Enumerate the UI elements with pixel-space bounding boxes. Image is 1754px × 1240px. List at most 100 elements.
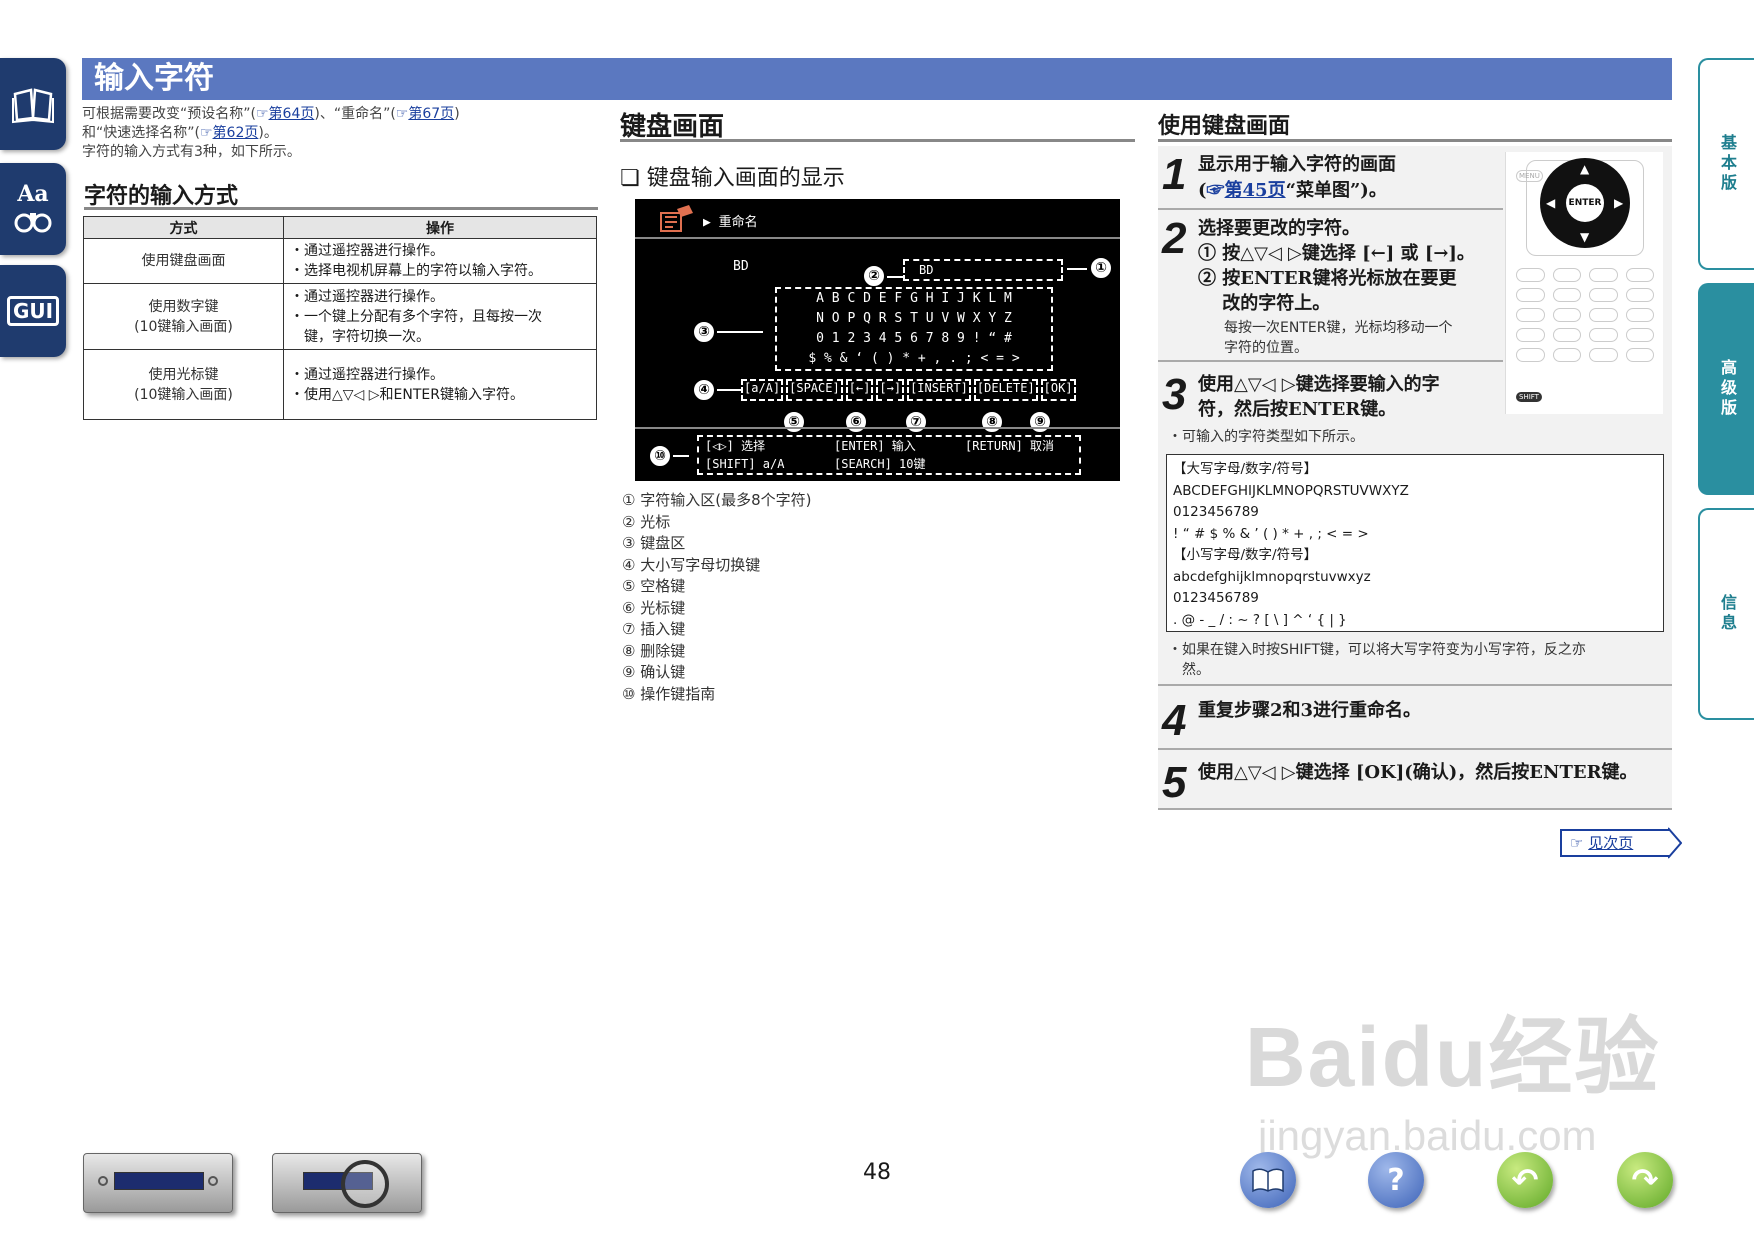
key-row[interactable]: A B C D E F G H I J K L M bbox=[777, 289, 1051, 309]
char-row: . @ - _ / : ~ ? [ \ ] ^ ‘ { | } bbox=[1173, 611, 1347, 628]
op-line: ・选择电视机屏幕上的字符以输入字符。 bbox=[290, 263, 542, 279]
left-tab-contents[interactable] bbox=[0, 58, 66, 150]
knob bbox=[98, 1176, 108, 1186]
intro-text-1b: )、“重命名”( bbox=[314, 106, 396, 122]
back-button[interactable]: ↶ bbox=[1497, 1152, 1553, 1208]
operation-cell: ・通过遥控器进行操作。 ・使用△▽◁ ▷和ENTER键输入字符。 bbox=[283, 349, 597, 420]
left-tab-index[interactable]: Aa bbox=[0, 163, 66, 255]
link-page-64[interactable]: 第64页 bbox=[269, 106, 315, 122]
arrow-line bbox=[673, 455, 689, 457]
up-arrow-icon: ▲ bbox=[1580, 162, 1590, 176]
step-1: 1 显示用于输入字符的画面 (☞第45页“菜单图”)。 bbox=[1158, 146, 1503, 210]
char-row: ABCDEFGHIJKLMNOPQRSTUVWXYZ bbox=[1173, 482, 1409, 499]
rename-icon bbox=[660, 205, 693, 232]
receiver-front-button[interactable] bbox=[83, 1153, 233, 1213]
step-2-sub-b: ② 按ENTER键将光标放在要更 bbox=[1198, 268, 1457, 289]
step-number: 4 bbox=[1162, 696, 1187, 745]
contents-button[interactable] bbox=[1240, 1152, 1296, 1208]
step-2-title: 选择要更改的字符。 bbox=[1198, 218, 1360, 239]
step-1-ref: (☞第45页“菜单图”)。 bbox=[1198, 178, 1387, 203]
guide-select: [◁▷] 选择 bbox=[705, 439, 766, 453]
guide-enter: [ENTER] 输入 bbox=[834, 439, 916, 453]
cursor-left-key[interactable]: [←] bbox=[845, 379, 874, 401]
link-page-62[interactable]: 第62页 bbox=[213, 125, 259, 141]
keyboard-heading: 键盘画面 bbox=[620, 106, 1135, 142]
methods-table: 方式 操作 使用键盘画面 ・通过遥控器进行操作。 ・选择电视机屏幕上的字符以输入… bbox=[83, 216, 597, 420]
screen-title-bar: ▶ 重命名 bbox=[635, 199, 1120, 239]
left-tab-aa-label: Aa bbox=[17, 181, 49, 207]
list-item: ④ 大小写字母切换键 bbox=[622, 555, 761, 574]
step-number: 2 bbox=[1162, 214, 1187, 263]
method-cell: 使用数字键 (10键输入画面) bbox=[83, 283, 284, 350]
list-item: ③ 键盘区 bbox=[622, 534, 686, 552]
callout-3: ③ bbox=[693, 321, 715, 343]
space-key[interactable]: [SPACE] bbox=[786, 379, 843, 401]
next-page-label: 见次页 bbox=[1588, 834, 1634, 852]
op-line: ・通过遥控器进行操作。 bbox=[290, 288, 444, 305]
keyboard-subheading: ❏ 键盘输入画面的显示 bbox=[620, 166, 845, 191]
ok-key[interactable]: [OK] bbox=[1040, 379, 1076, 401]
screen-source: BD bbox=[733, 259, 749, 274]
insert-key[interactable]: [INSERT] bbox=[907, 379, 971, 401]
binoculars-icon bbox=[14, 213, 52, 233]
callout-8: ⑧ bbox=[981, 411, 1003, 433]
right-tab-advanced[interactable]: 高级版 bbox=[1698, 283, 1754, 495]
step-3-title-1: 使用△▽◁ ▷键选择要输入的字 bbox=[1198, 374, 1440, 395]
op-line: ・使用△▽◁ ▷和ENTER键输入字符。 bbox=[290, 386, 524, 403]
arrow-line bbox=[887, 276, 903, 278]
redo-icon: ↷ bbox=[1631, 1161, 1659, 1199]
note-line: ・如果在键入时按SHIFT键，可以将大写字符变为小写字符，反之亦 bbox=[1168, 642, 1586, 658]
step-3: 3 使用△▽◁ ▷键选择要输入的字 符，然后按ENTER键。 ・可输入的字符类型… bbox=[1158, 366, 1672, 686]
step-3-note: ・可输入的字符类型如下所示。 bbox=[1168, 429, 1364, 445]
input-area: BD bbox=[903, 259, 1063, 281]
arrow-line bbox=[717, 331, 763, 333]
help-button[interactable]: ? bbox=[1368, 1152, 1424, 1208]
char-row: abcdefghijklmnopqrstuvwxyz bbox=[1173, 568, 1371, 585]
list-item: ⑦ 插入键 bbox=[622, 620, 686, 638]
list-item: ⑩ 操作键指南 bbox=[622, 684, 716, 703]
next-page-button[interactable]: ☞ 见次页 bbox=[1560, 829, 1670, 857]
step-4-title: 重复步骤2和3进行重命名。 bbox=[1198, 700, 1422, 721]
char-row: 0123456789 bbox=[1173, 590, 1259, 606]
knob bbox=[208, 1176, 218, 1186]
ref-icon: ☞ bbox=[1206, 180, 1225, 201]
step-2-note: 每按一次ENTER键，光标均移动一个 字符的位置。 bbox=[1224, 318, 1452, 358]
char-types-box: 【大写字母/数字/符号】 ABCDEFGHIJKLMNOPQRSTUVWXYZ … bbox=[1166, 454, 1664, 632]
page-number: 48 bbox=[863, 1160, 891, 1185]
step-2-sub-c: 改的字符上。 bbox=[1198, 293, 1331, 314]
forward-button[interactable]: ↷ bbox=[1617, 1152, 1673, 1208]
callout-7: ⑦ bbox=[905, 411, 927, 433]
char-type-heading: 【小写字母/数字/符号】 bbox=[1173, 547, 1318, 563]
right-tab-basic[interactable]: 基本版 bbox=[1698, 58, 1754, 270]
callout-10: ⑩ bbox=[649, 445, 671, 467]
step-number: 1 bbox=[1162, 150, 1187, 199]
callout-2: ② bbox=[863, 265, 885, 287]
ref-icon: ☞ bbox=[1570, 834, 1584, 852]
left-arrow-icon: ◀ bbox=[1546, 196, 1556, 210]
op-line: ・通过遥控器进行操作。 bbox=[290, 366, 444, 383]
cursor-right-key[interactable]: [→] bbox=[876, 379, 905, 401]
list-item: ⑨ 确认键 bbox=[622, 663, 686, 681]
key-row[interactable]: N O P Q R S T U V W X Y Z bbox=[777, 309, 1051, 329]
function-buttons: [a/A] [SPACE] [←] [→] [INSERT] [DELETE] … bbox=[741, 379, 1116, 401]
step-5-title: 使用△▽◁ ▷键选择 [OK](确认)，然后按ENTER键。 bbox=[1198, 762, 1638, 783]
down-arrow-icon: ▼ bbox=[1580, 230, 1590, 244]
op-line: ・一个键上分配有多个字符，且每按一次 bbox=[290, 308, 542, 325]
delete-key[interactable]: [DELETE] bbox=[973, 379, 1038, 401]
key-row[interactable]: 0 1 2 3 4 5 6 7 8 9 ! “ # bbox=[777, 329, 1051, 349]
link-page-67[interactable]: 第67页 bbox=[408, 106, 454, 122]
case-toggle-key[interactable]: [a/A] bbox=[741, 379, 784, 401]
arrow-line bbox=[717, 389, 741, 391]
right-tab-info[interactable]: 信息 bbox=[1698, 508, 1754, 720]
guide-shift: [SHIFT] a/A bbox=[705, 457, 785, 471]
key-row[interactable]: $ % & ‘ ( ) * + , . ; < = > bbox=[777, 349, 1051, 369]
left-tab-gui[interactable]: GUI bbox=[0, 265, 66, 357]
operation-cell: ・通过遥控器进行操作。 ・一个键上分配有多个字符，且每按一次 键，字符切换一次。 bbox=[283, 283, 597, 350]
using-heading: 使用键盘画面 bbox=[1158, 108, 1672, 142]
note-line: 然。 bbox=[1168, 662, 1210, 678]
gui-icon: GUI bbox=[6, 296, 60, 326]
guide-return: [RETURN] 取消 bbox=[965, 439, 1055, 453]
link-page-45[interactable]: 第45页 bbox=[1225, 180, 1286, 201]
guide-search: [SEARCH] 10键 bbox=[834, 457, 926, 471]
receiver-display-button[interactable] bbox=[272, 1153, 422, 1213]
